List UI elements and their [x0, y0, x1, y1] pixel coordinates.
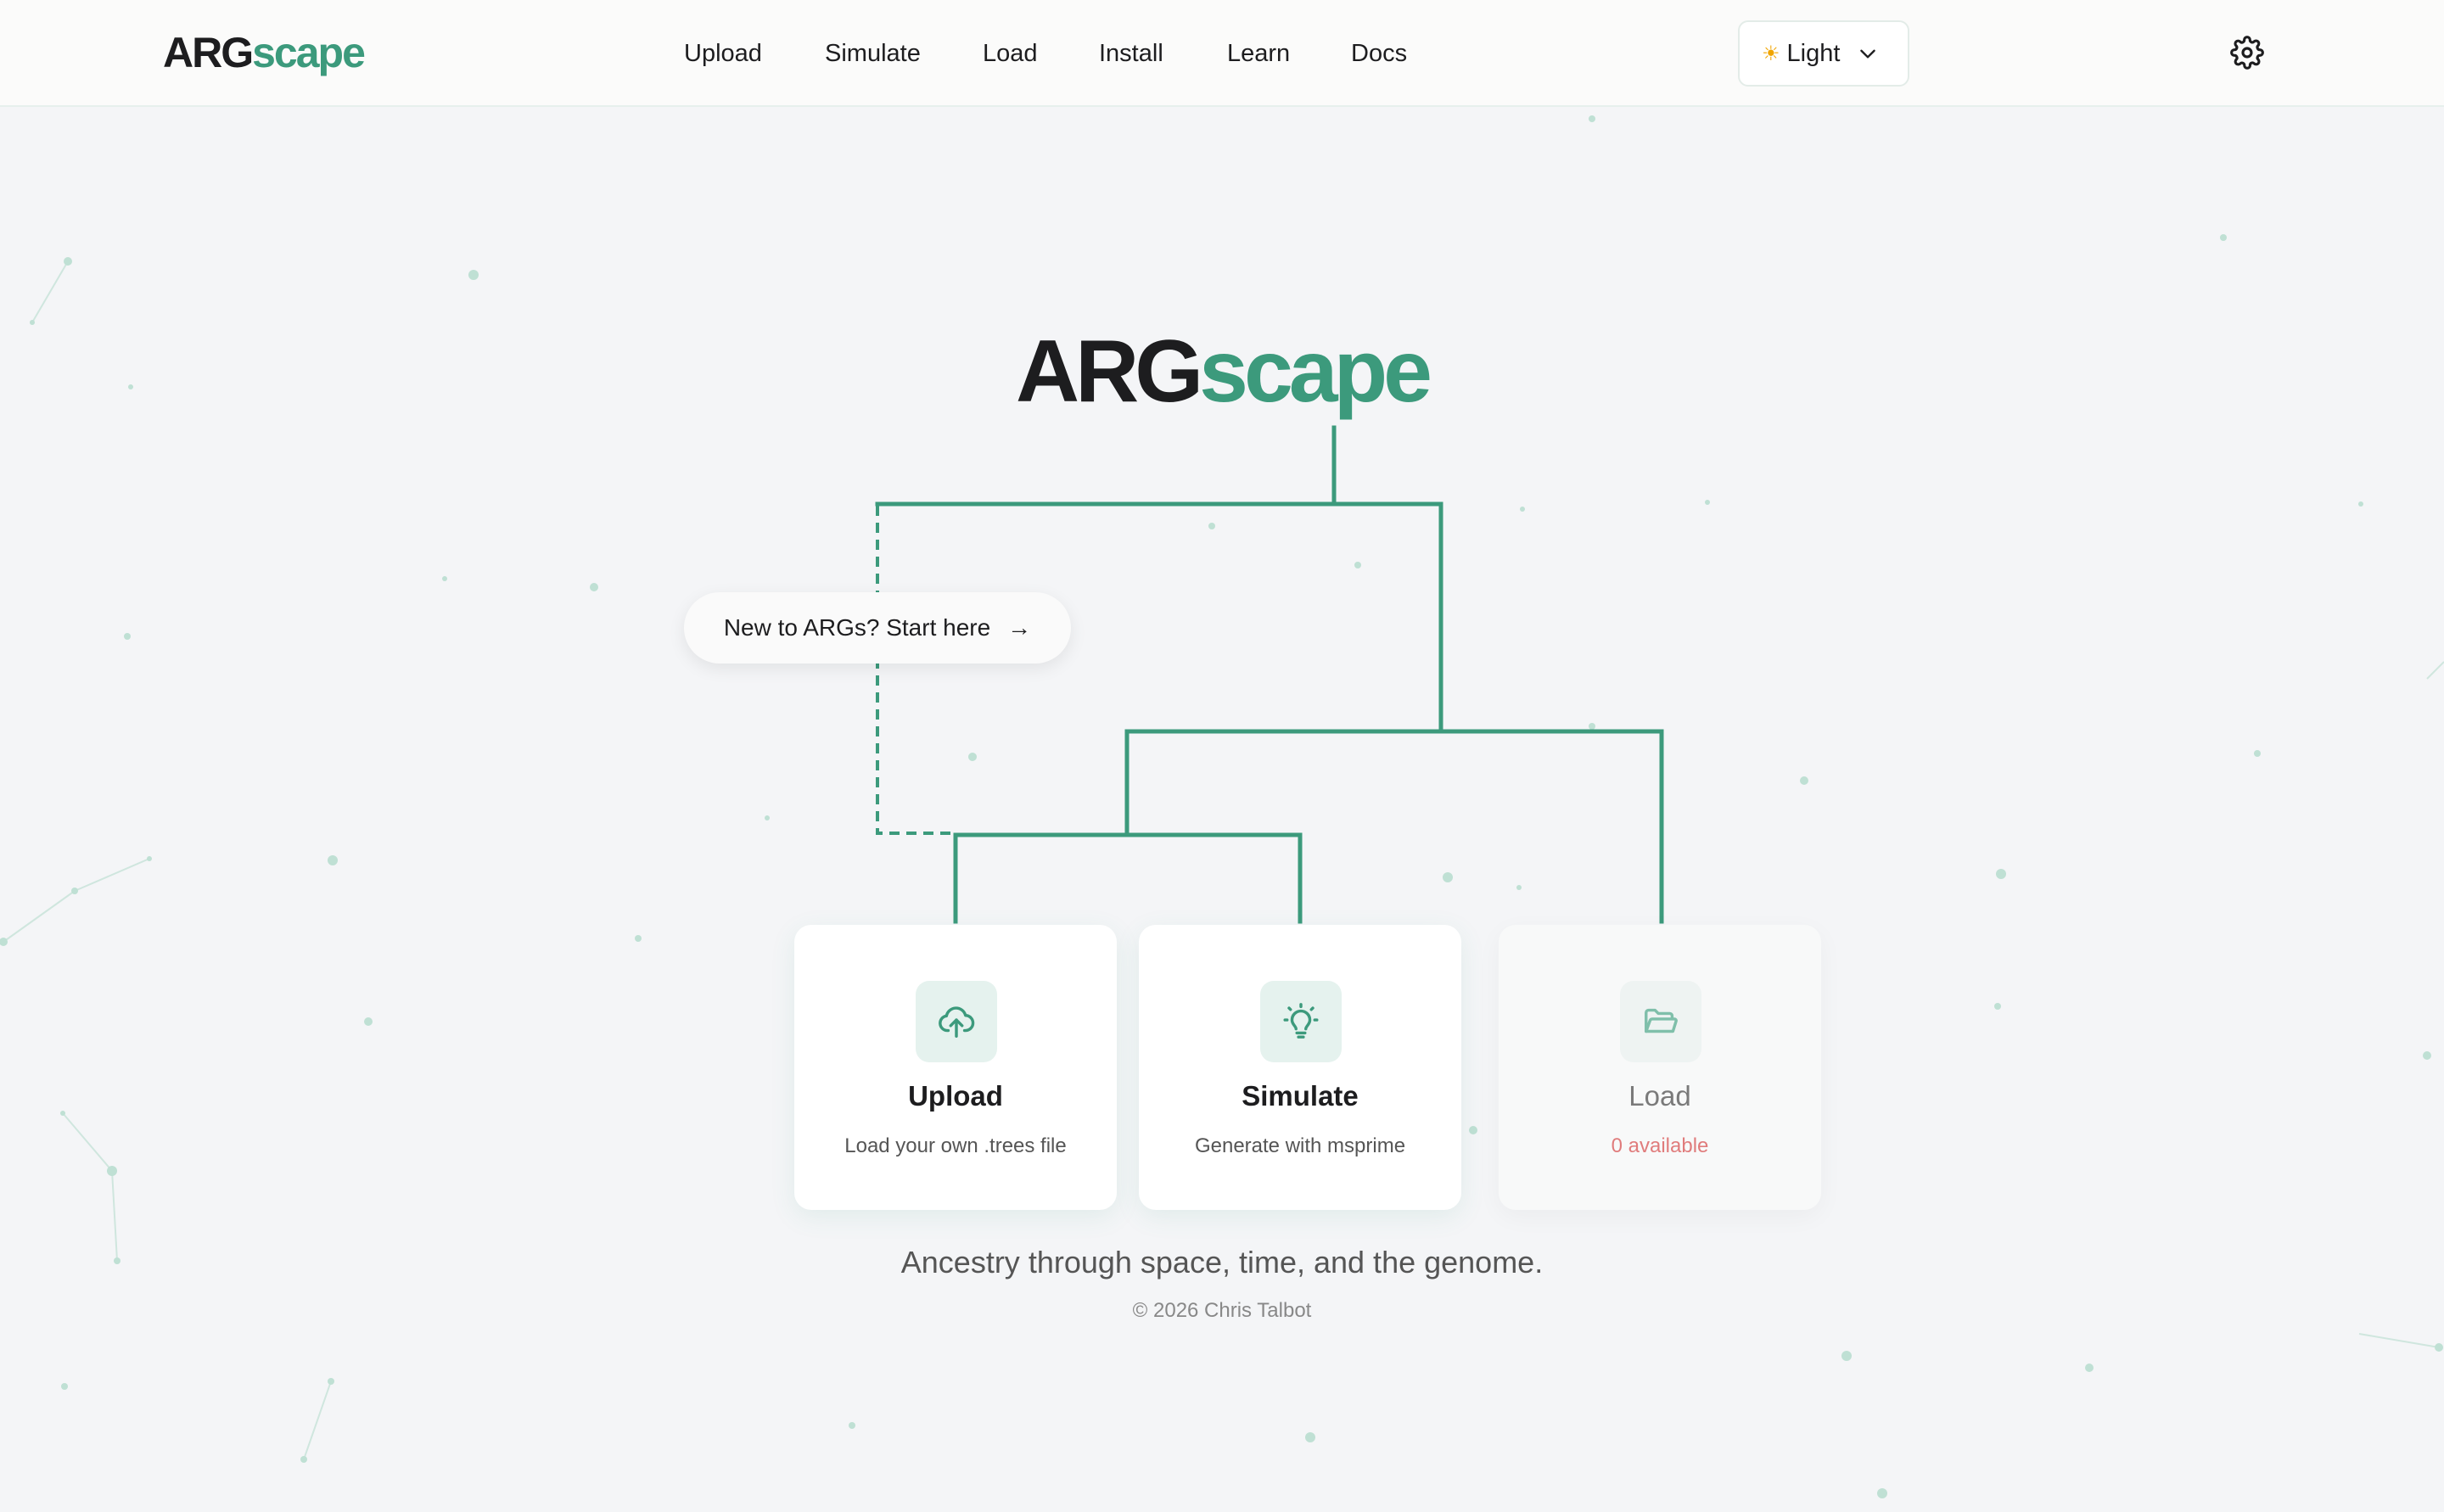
nav-link-load[interactable]: Load	[983, 34, 1038, 73]
gear-icon[interactable]	[2230, 36, 2264, 70]
load-card-subtitle: 0 available	[1611, 1134, 1709, 1157]
lightbulb-icon	[1283, 1003, 1319, 1039]
upload-card-icon-box	[916, 981, 997, 1062]
folder-open-icon	[1645, 1008, 1678, 1033]
load-card[interactable]: Load 0 available	[1499, 925, 1821, 1210]
navbar: ARGscape Upload Simulate Load Install Le…	[0, 0, 2444, 107]
upload-card-title: Upload	[908, 1080, 1003, 1112]
start-here-label: New to ARGs? Start here	[723, 614, 991, 641]
simulate-card[interactable]: Simulate Generate with msprime	[1139, 925, 1461, 1210]
tagline: Ancestry through space, time, and the ge…	[900, 1245, 1544, 1280]
copyright: © 2026 Chris Talbot	[1132, 1299, 1312, 1322]
nav-link-upload[interactable]: Upload	[684, 34, 762, 73]
start-here-button[interactable]: New to ARGs? Start here →	[684, 592, 1071, 664]
nav-logo[interactable]: ARGscape	[163, 25, 366, 80]
simulate-card-title: Simulate	[1242, 1080, 1359, 1112]
logo-text-arg: ARG	[163, 29, 254, 76]
cloud-upload-icon	[939, 1006, 975, 1038]
hero-logo: ARGscape	[0, 321, 2444, 423]
upload-card-subtitle: Load your own .trees file	[844, 1134, 1067, 1157]
theme-select[interactable]: ☀ Light	[1738, 20, 1909, 87]
nav-link-learn[interactable]: Learn	[1227, 34, 1290, 73]
page: ARGscape Upload Simulate Load Install Le…	[0, 0, 2444, 1512]
nav-link-simulate[interactable]: Simulate	[825, 34, 921, 73]
sun-icon: ☀	[1762, 42, 1780, 65]
upload-card[interactable]: Upload Load your own .trees file	[794, 925, 1117, 1210]
hero-logo-text-scape: scape	[1199, 322, 1432, 421]
logo-text-scape: scape	[252, 29, 366, 76]
load-card-title: Load	[1628, 1080, 1691, 1112]
hero-logo-text-arg: ARG	[1016, 322, 1203, 421]
load-card-icon-box	[1620, 981, 1701, 1062]
nav-link-docs[interactable]: Docs	[1351, 34, 1407, 73]
simulate-card-subtitle: Generate with msprime	[1194, 1134, 1406, 1157]
chevron-down-icon	[1860, 49, 1876, 59]
simulate-card-icon-box	[1260, 981, 1342, 1062]
arrow-right-icon: →	[1007, 614, 1032, 641]
nav-link-install[interactable]: Install	[1099, 34, 1163, 73]
theme-select-value: Light	[1786, 39, 1841, 67]
background-network-pattern	[0, 115, 2444, 1498]
